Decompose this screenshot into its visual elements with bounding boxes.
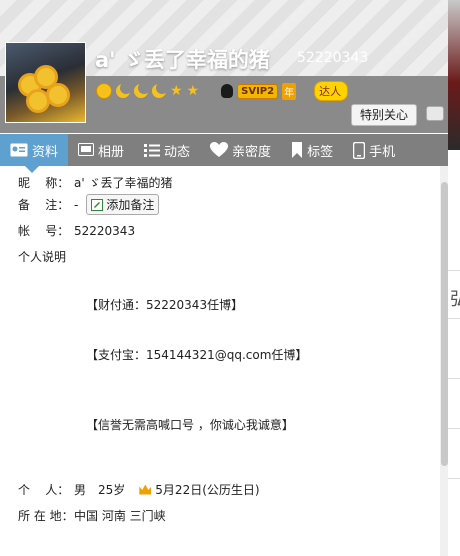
account-label: 帐 号：: [18, 224, 70, 238]
personal-row: 个 人： 男 25岁 5月22日(公历生日): [18, 481, 260, 498]
remark-value: -: [74, 197, 79, 212]
tab-mobile[interactable]: 手机: [343, 134, 405, 166]
personal-desc-row: 个人说明: [18, 248, 66, 265]
tab-label: 资料: [32, 144, 59, 160]
tab-bar: 资料 相册 动态 亲密度 标签 手机: [0, 134, 448, 166]
year-badge: 年: [282, 82, 297, 100]
account-value: 52220343: [74, 223, 136, 238]
tab-feed[interactable]: 动态: [134, 134, 200, 166]
mobile-phone-icon: [353, 141, 366, 159]
special-care-button[interactable]: 特别关心: [351, 104, 417, 126]
gender-value: 男: [74, 483, 87, 497]
scrollbar-thumb[interactable]: [441, 182, 448, 466]
level-badges: ★ ★ SVIP2 年 达人: [96, 81, 349, 101]
star-level-icon: ★: [186, 83, 200, 99]
tab-album[interactable]: 相册: [68, 134, 134, 166]
moon-level-icon: [134, 82, 150, 98]
account-row: 帐 号： 52220343: [18, 222, 135, 239]
remark-row: 备 注： - 添加备注: [18, 194, 160, 215]
tab-intimacy[interactable]: 亲密度: [200, 134, 281, 166]
tab-label: 手机: [369, 144, 396, 160]
edit-note-icon: [91, 198, 104, 211]
chat-bubble-icon[interactable]: [426, 106, 444, 121]
birthday-value: 5月22日(公历生日): [155, 483, 260, 497]
tab-label: 标签: [307, 144, 334, 160]
penguin-icon: [221, 84, 234, 98]
desc-line: 【信誉无需高喊口号 ，你诚心我诚意】: [86, 418, 294, 432]
bookmark-tag-icon: [292, 142, 303, 158]
profile-card-icon: [10, 143, 28, 157]
remark-label: 备 注：: [18, 198, 70, 212]
moon-level-icon: [116, 82, 132, 98]
profile-info-panel: 昵 称： a' ゞ丢了幸福的猪 备 注： - 添加备注 帐 号： 5222034…: [0, 166, 440, 556]
personal-label: 个 人：: [18, 483, 70, 497]
add-remark-label: 添加备注: [106, 198, 155, 212]
tab-label: 亲密度: [232, 144, 272, 160]
desc-line: 【财付通：52220343任博】: [86, 298, 244, 312]
age-value: 25岁: [98, 483, 126, 497]
tab-label: 动态: [164, 144, 191, 160]
personal-desc-label: 个人说明: [18, 250, 67, 264]
photo-album-icon: [78, 143, 95, 156]
location-value: 中国 河南 三门峡: [74, 509, 166, 523]
tab-label: 相册: [98, 144, 125, 160]
background-photo: [448, 0, 460, 150]
tab-profile[interactable]: 资料: [0, 134, 69, 166]
nickname-label: 昵 称：: [18, 176, 70, 190]
tab-tags[interactable]: 标签: [281, 134, 343, 166]
avatar[interactable]: [5, 42, 86, 123]
location-row: 所 在 地： 中国 河南 三门峡: [18, 507, 166, 524]
star-level-icon: ★: [170, 83, 183, 99]
sun-level-icon: [96, 83, 112, 99]
svip-badge[interactable]: SVIP2: [237, 83, 279, 99]
nickname-row: 昵 称： a' ゞ丢了幸福的猪: [18, 174, 172, 191]
daren-badge[interactable]: 达人: [314, 81, 349, 101]
background-window-strip: 弘: [448, 0, 460, 556]
add-remark-button[interactable]: 添加备注: [86, 194, 160, 215]
moon-level-icon: [152, 82, 168, 98]
location-label: 所 在 地：: [18, 509, 74, 523]
partial-char: 弘: [450, 289, 460, 310]
feed-list-icon: [144, 144, 161, 157]
heart-icon: [210, 142, 229, 157]
qq-number: 52220343: [297, 50, 369, 66]
crown-icon: [139, 484, 152, 495]
display-name: a' ゞ丢了幸福的猪: [95, 48, 270, 72]
desc-line: 【支付宝：154144321@qq.com任博】: [86, 348, 308, 362]
nickname-value: a' ゞ丢了幸福的猪: [74, 176, 173, 190]
